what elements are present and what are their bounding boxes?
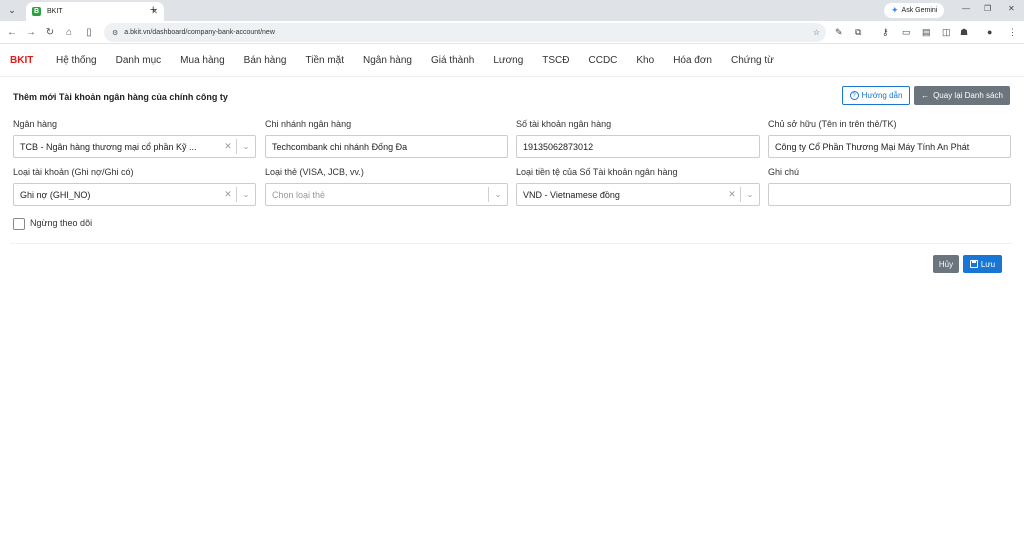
reload-icon[interactable]: ↻ [40, 27, 60, 38]
ask-gemini-button[interactable]: ✦ Ask Gemini [884, 3, 945, 18]
nav-he-thong[interactable]: Hệ thống [56, 55, 97, 66]
account-type-label: Loại tài khoản (Ghi nợ/Ghi có) [13, 167, 134, 177]
bank-value: TCB - Ngân hàng thương mại cổ phần Kỹ ..… [20, 141, 197, 152]
key-icon[interactable]: ⚷ [882, 27, 889, 38]
currency-label: Loại tiền tệ của Số Tài khoản ngân hàng [516, 167, 678, 177]
tab-search-icon[interactable]: ⌄ [4, 3, 20, 19]
close-window-icon[interactable]: ✕ [1008, 4, 1015, 13]
brand-logo[interactable]: BKIT [10, 55, 56, 66]
cancel-label: Hủy [938, 259, 954, 269]
restore-icon[interactable]: ❐ [984, 4, 991, 13]
gemini-spark-icon: ✦ [891, 5, 899, 15]
nav-hoa-don[interactable]: Hóa đơn [673, 55, 712, 66]
owner-label: Chủ sở hữu (Tên in trên thẻ/TK) [768, 119, 897, 129]
save-label: Lưu [980, 259, 996, 269]
nav-luong[interactable]: Lương [493, 55, 523, 66]
branch-input[interactable]: Techcombank chi nhánh Đống Đa [265, 135, 508, 158]
card-type-placeholder: Chọn loại thẻ [272, 189, 326, 200]
nav-ban-hang[interactable]: Bán hàng [244, 55, 287, 66]
owner-input[interactable]: Công ty Cổ Phần Thương Mại Máy Tính An P… [768, 135, 1011, 158]
profile-avatar-icon[interactable]: ● [987, 27, 992, 37]
card-icon[interactable]: ▭ [902, 27, 911, 38]
address-bar[interactable]: ⚙ a.bkit.vn/dashboard/company-bank-accou… [104, 23, 826, 42]
back-to-list-button[interactable]: ← Quay lại Danh sách [914, 86, 1010, 105]
minimize-icon[interactable]: — [962, 4, 970, 13]
clear-icon[interactable]: ✕ [220, 189, 236, 200]
nav-ngan-hang[interactable]: Ngân hàng [363, 55, 412, 66]
bank-label: Ngân hàng [13, 119, 58, 129]
sidebar-icon[interactable]: ▯ [79, 27, 99, 38]
account-number-input[interactable]: 19135062873012 [516, 135, 760, 158]
home-icon[interactable]: ⌂ [59, 27, 79, 38]
extensions-icon[interactable]: ⧉ [855, 27, 861, 38]
menu-kebab-icon[interactable]: ⋮ [1008, 27, 1017, 38]
chevron-down-icon[interactable]: ⌄ [237, 142, 255, 151]
owner-value: Công ty Cổ Phần Thương Mại Máy Tính An P… [775, 141, 970, 152]
note-input[interactable] [768, 183, 1011, 206]
pen-icon[interactable]: ✎ [835, 27, 843, 38]
save-button[interactable]: Lưu [963, 255, 1002, 273]
guide-button[interactable]: ? Hướng dẫn [842, 86, 910, 105]
guide-label: Hướng dẫn [861, 91, 903, 100]
forward-icon[interactable]: → [21, 27, 41, 38]
branch-value: Techcombank chi nhánh Đống Đa [272, 141, 408, 152]
url-text: a.bkit.vn/dashboard/company-bank-account… [124, 29, 275, 36]
branch-label: Chi nhánh ngân hàng [265, 119, 352, 129]
bank-account-form: Ngân hàng TCB - Ngân hàng thương mại cổ … [0, 117, 1024, 247]
robot-icon[interactable]: ☗ [960, 27, 968, 38]
chevron-down-icon[interactable]: ⌄ [237, 190, 255, 199]
nav-ccdc[interactable]: CCDC [589, 55, 618, 66]
stop-tracking-checkbox[interactable] [13, 218, 25, 230]
note-label: Ghi chú [768, 167, 800, 177]
favicon-icon: B [32, 7, 41, 16]
card-type-label: Loại thẻ (VISA, JCB, vv.) [265, 167, 364, 177]
nav-gia-thanh[interactable]: Giá thành [431, 55, 474, 66]
chevron-down-icon[interactable]: ⌄ [489, 190, 507, 199]
nav-chung-tu[interactable]: Chứng từ [731, 55, 774, 66]
nav-tscd[interactable]: TSCĐ [542, 55, 569, 66]
clear-icon[interactable]: ✕ [220, 141, 236, 152]
back-icon[interactable]: ← [2, 27, 22, 38]
browser-toolbar: ← → ↻ ⌂ ▯ ⚙ a.bkit.vn/dashboard/company-… [0, 21, 1024, 44]
account-number-label: Số tài khoản ngân hàng [516, 119, 612, 129]
page-title: Thêm mới Tài khoản ngân hàng của chính c… [13, 92, 228, 102]
currency-value: VND - Vietnamese đồng [523, 189, 620, 200]
card-type-select[interactable]: Chọn loại thẻ ⌄ [265, 183, 508, 206]
app-navbar: BKIT Hệ thống Danh mục Mua hàng Bán hàng… [0, 44, 1024, 77]
nav-tien-mat[interactable]: Tiền mặt [305, 55, 344, 66]
panel-icon[interactable]: ◫ [942, 27, 951, 38]
account-number-value: 19135062873012 [523, 141, 594, 152]
cancel-button[interactable]: Hủy [933, 255, 959, 273]
reader-icon[interactable]: ▤ [922, 27, 931, 38]
arrow-left-icon: ← [921, 91, 930, 100]
site-info-icon[interactable]: ⚙ [112, 29, 118, 37]
page-header: Thêm mới Tài khoản ngân hàng của chính c… [0, 77, 1024, 117]
chevron-down-icon[interactable]: ⌄ [741, 190, 759, 199]
stop-tracking-label[interactable]: Ngừng theo dõi [30, 218, 92, 228]
account-type-select[interactable]: Ghi nợ (GHI_NO) ✕ ⌄ [13, 183, 256, 206]
back-label: Quay lại Danh sách [933, 91, 1003, 100]
bookmark-star-icon[interactable]: ☆ [813, 28, 820, 37]
browser-tab[interactable]: B BKIT ✕ [26, 2, 164, 21]
currency-select[interactable]: VND - Vietnamese đồng ✕ ⌄ [516, 183, 760, 206]
browser-tabbar: ⌄ B BKIT ✕ + ✦ Ask Gemini — ❐ ✕ [0, 0, 1024, 21]
nav-kho[interactable]: Kho [636, 55, 654, 66]
tab-title: BKIT [47, 8, 63, 15]
form-divider [10, 243, 1012, 244]
gemini-label: Ask Gemini [901, 7, 938, 14]
floppy-disk-icon [969, 260, 978, 268]
nav-mua-hang[interactable]: Mua hàng [180, 55, 224, 66]
bank-select[interactable]: TCB - Ngân hàng thương mại cổ phần Kỹ ..… [13, 135, 256, 158]
clear-icon[interactable]: ✕ [724, 189, 740, 200]
question-icon: ? [849, 91, 859, 100]
new-tab-icon[interactable]: + [150, 4, 156, 16]
account-type-value: Ghi nợ (GHI_NO) [20, 189, 91, 200]
nav-danh-muc[interactable]: Danh mục [116, 55, 162, 66]
